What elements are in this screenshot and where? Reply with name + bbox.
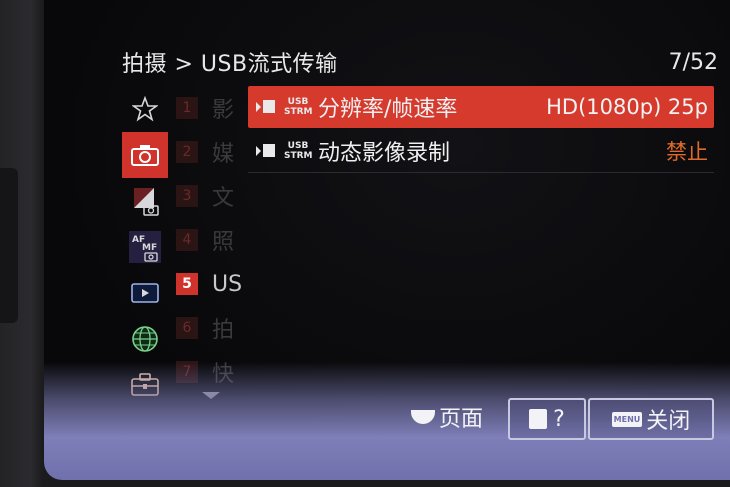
menu-item-value: 禁止 <box>666 140 708 164</box>
close-label: 关闭 <box>646 409 691 434</box>
help-label: ? <box>553 406 565 432</box>
close-button[interactable]: MENU 关闭 <box>588 398 714 440</box>
bezel-hinge <box>0 168 18 323</box>
subtab-4[interactable]: 4 照 <box>176 218 246 262</box>
subtab-number: 3 <box>176 185 198 207</box>
subtab-5[interactable]: 5 US <box>176 262 246 306</box>
subtab-label: 媒 <box>212 142 235 167</box>
exposure-camera-icon <box>134 188 159 216</box>
camera-icon <box>131 145 159 166</box>
menu-item-movie-recording[interactable]: USB STRM 动态影像录制 禁止 <box>248 130 714 172</box>
category-favorites[interactable] <box>122 86 168 132</box>
category-column: AF MF <box>122 86 168 408</box>
svg-text:MF: MF <box>142 243 157 253</box>
subtab-3[interactable]: 3 文 <box>176 174 246 218</box>
page-counter: 7/52 <box>668 50 718 75</box>
subtab-number: 5 <box>176 273 198 295</box>
subtab-number: 6 <box>176 317 198 339</box>
breadcrumb: 拍摄 > USB流式传输 <box>122 52 338 77</box>
movie-mode-icon <box>256 100 278 114</box>
camera-bezel <box>0 0 44 487</box>
star-icon <box>132 96 158 122</box>
badge-bottom: STRM <box>284 151 313 161</box>
category-playback[interactable] <box>122 270 168 316</box>
trash-icon <box>529 409 548 429</box>
subtab-label: US <box>212 271 243 297</box>
subtab-label: 影 <box>212 98 235 123</box>
category-shooting[interactable] <box>122 132 168 178</box>
bottom-bar: 页面 ? MENU 关闭 <box>122 392 716 444</box>
camera-screen: 拍摄 > USB流式传输 7/52 AF MF 1 影 2 媒 3 文 4 照 … <box>44 0 730 480</box>
help-button[interactable]: ? <box>508 398 586 440</box>
subtab-label: 照 <box>212 230 235 255</box>
subtab-column: 1 影 2 媒 3 文 4 照 5 US 6 拍 7 快 <box>176 86 246 394</box>
globe-icon <box>132 326 158 352</box>
subtab-6[interactable]: 6 拍 <box>176 306 246 350</box>
row-divider <box>248 172 714 173</box>
af-mf-icon: AF MF <box>129 231 161 263</box>
page-label: 页面 <box>438 407 483 432</box>
subtab-2[interactable]: 2 媒 <box>176 130 246 174</box>
category-network[interactable] <box>122 316 168 362</box>
menu-item-resolution-framerate[interactable]: USB STRM 分辨率/帧速率 HD(1080p) 25p <box>248 86 714 128</box>
subtab-number: 2 <box>176 141 198 163</box>
subtab-1[interactable]: 1 影 <box>176 86 246 130</box>
usb-strm-badge: USB STRM <box>284 141 313 161</box>
badge-top: USB <box>287 97 309 107</box>
category-focus[interactable]: AF MF <box>122 224 168 270</box>
subtab-number: 1 <box>176 97 198 119</box>
movie-mode-icon <box>256 144 278 158</box>
category-exposure[interactable] <box>122 178 168 224</box>
page-button[interactable]: 页面 <box>392 398 502 436</box>
control-wheel-icon <box>410 410 435 424</box>
badge-bottom: STRM <box>284 107 313 117</box>
menu-panel: USB STRM 分辨率/帧速率 HD(1080p) 25p USB STRM … <box>248 86 716 406</box>
playback-icon <box>131 283 159 303</box>
menu-item-label: 分辨率/帧速率 <box>318 97 458 122</box>
menu-key-icon: MENU <box>611 411 643 427</box>
badge-top: USB <box>287 141 309 151</box>
subtab-number: 4 <box>176 229 198 251</box>
subtab-label: 拍 <box>212 318 235 343</box>
menu-item-label: 动态影像录制 <box>318 141 451 166</box>
usb-strm-badge: USB STRM <box>284 97 313 117</box>
subtab-label: 文 <box>212 186 235 211</box>
menu-item-value: HD(1080p) 25p <box>546 95 708 119</box>
